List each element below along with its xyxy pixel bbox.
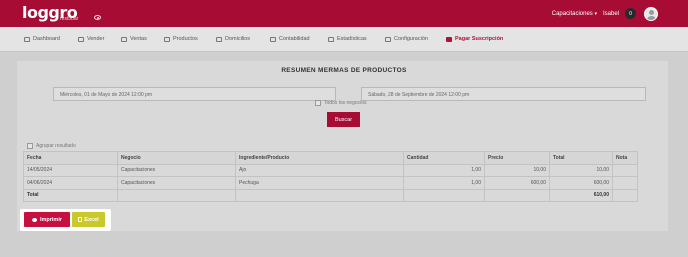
group-result-label: Agrupar resultado bbox=[36, 143, 76, 149]
search-button[interactable]: Buscar bbox=[327, 112, 360, 127]
company-menu[interactable]: Capacitaciones ▾ bbox=[552, 11, 597, 17]
table-cell: Pechuga bbox=[235, 176, 404, 190]
tag-icon bbox=[121, 36, 127, 42]
table-cell bbox=[403, 188, 485, 202]
top-bar: loggro restobar Capacitaciones ▾ Isabel … bbox=[0, 0, 688, 27]
table-cell: 600,00 bbox=[484, 176, 550, 190]
eye-icon[interactable] bbox=[94, 15, 101, 20]
table-cell bbox=[117, 188, 236, 202]
top-right-area: Capacitaciones ▾ Isabel 0 bbox=[552, 0, 688, 27]
cart-icon bbox=[78, 36, 84, 42]
all-businesses-label: Todos los negocios bbox=[324, 100, 367, 106]
table-cell bbox=[612, 188, 638, 202]
nav-ventas[interactable]: Ventas bbox=[121, 36, 147, 42]
excel-button[interactable]: Excel bbox=[72, 212, 105, 227]
nav-contabilidad[interactable]: Contabilidad bbox=[270, 36, 310, 42]
total-value: 610,00 bbox=[549, 188, 613, 202]
print-button-label: Imprimir bbox=[39, 216, 62, 223]
nav-productos[interactable]: Productos bbox=[164, 36, 198, 42]
card-icon bbox=[446, 36, 452, 42]
nav-label: Configuración bbox=[394, 36, 428, 42]
user-name[interactable]: Isabel bbox=[603, 11, 619, 17]
dashboard-icon bbox=[24, 36, 30, 42]
avatar[interactable] bbox=[644, 6, 658, 21]
table-cell bbox=[612, 163, 638, 177]
column-header: Total bbox=[549, 151, 613, 165]
main-nav: Dashboard Vender Ventas Productos Domici… bbox=[0, 27, 688, 52]
mermas-table: Fecha Negocio Ingrediente/Producto Canti… bbox=[23, 151, 638, 202]
table-row: 14/05/2024 Capacitaciones Ajo 1,00 10,00… bbox=[23, 163, 638, 177]
nav-domicilios[interactable]: Domicilios bbox=[216, 36, 250, 42]
checkbox-box[interactable] bbox=[315, 100, 321, 106]
nav-label: Contabilidad bbox=[279, 36, 310, 42]
column-header: Nota bbox=[612, 151, 638, 165]
table-row: 04/06/2024 Capacitaciones Pechuga 1,00 6… bbox=[23, 176, 638, 190]
nav-label: Productos bbox=[173, 36, 198, 42]
notification-badge[interactable]: 0 bbox=[625, 8, 636, 19]
nav-vender[interactable]: Vender bbox=[78, 36, 104, 42]
table-cell bbox=[235, 188, 404, 202]
excel-file-icon bbox=[78, 217, 83, 222]
nav-label: Domicilios bbox=[225, 36, 251, 42]
chart-icon bbox=[328, 36, 334, 42]
end-date-input[interactable]: Sábado, 28 de Septiembre de 2024 12:00 p… bbox=[361, 87, 646, 101]
table-cell: 600,00 bbox=[549, 176, 613, 190]
page-title: RESUMEN MERMAS DE PRODUCTOS bbox=[281, 67, 407, 74]
nav-dashboard[interactable]: Dashboard bbox=[24, 36, 60, 42]
table-total-row: Total 610,00 bbox=[23, 188, 638, 202]
start-date-input[interactable]: Miércoles, 01 de Mayo de 2024 12:00 pm bbox=[53, 87, 336, 101]
nav-pagar-suscripcion[interactable]: Pagar Suscripción bbox=[446, 36, 503, 42]
table-cell: 1,00 bbox=[403, 176, 485, 190]
bike-icon bbox=[216, 36, 222, 42]
print-button[interactable]: Imprimir bbox=[24, 212, 70, 227]
table-cell: 1,00 bbox=[403, 163, 485, 177]
nav-label: Ventas bbox=[130, 36, 147, 42]
gear-icon bbox=[385, 36, 391, 42]
nav-label: Dashboard bbox=[33, 36, 60, 42]
chevron-down-icon: ▾ bbox=[594, 10, 597, 17]
print-icon bbox=[31, 217, 37, 222]
table-cell: 10,00 bbox=[484, 163, 550, 177]
column-header: Precio bbox=[484, 151, 550, 165]
total-label: Total bbox=[23, 188, 118, 202]
nav-estadisticas[interactable]: Estadísticas bbox=[328, 36, 367, 42]
excel-button-label: Excel bbox=[84, 216, 99, 223]
table-cell: Capacitaciones bbox=[117, 163, 236, 177]
calculator-icon bbox=[270, 36, 276, 42]
all-businesses-checkbox[interactable]: Todos los negocios bbox=[315, 100, 367, 106]
nav-label: Vender bbox=[87, 36, 105, 42]
box-icon bbox=[164, 36, 170, 42]
company-menu-label: Capacitaciones bbox=[551, 10, 593, 17]
table-cell: 04/06/2024 bbox=[23, 176, 118, 190]
nav-label: Pagar Suscripción bbox=[455, 36, 504, 42]
logo-subtitle: restobar bbox=[60, 16, 79, 22]
group-result-checkbox[interactable]: Agrupar resultado bbox=[27, 143, 76, 149]
table-cell bbox=[612, 176, 638, 190]
table-cell: 14/05/2024 bbox=[23, 163, 118, 177]
table-header-row: Fecha Negocio Ingrediente/Producto Canti… bbox=[23, 151, 638, 165]
column-header: Ingrediente/Producto bbox=[235, 151, 404, 165]
checkbox-box[interactable] bbox=[27, 143, 33, 149]
nav-configuracion[interactable]: Configuración bbox=[385, 36, 428, 42]
table-cell bbox=[484, 188, 550, 202]
table-cell: Capacitaciones bbox=[117, 176, 236, 190]
column-header: Negocio bbox=[117, 151, 236, 165]
table-cell: Ajo bbox=[235, 163, 404, 177]
column-header: Cantidad bbox=[403, 151, 485, 165]
nav-label: Estadísticas bbox=[337, 36, 367, 42]
table-cell: 10,00 bbox=[549, 163, 613, 177]
column-header: Fecha bbox=[23, 151, 118, 165]
